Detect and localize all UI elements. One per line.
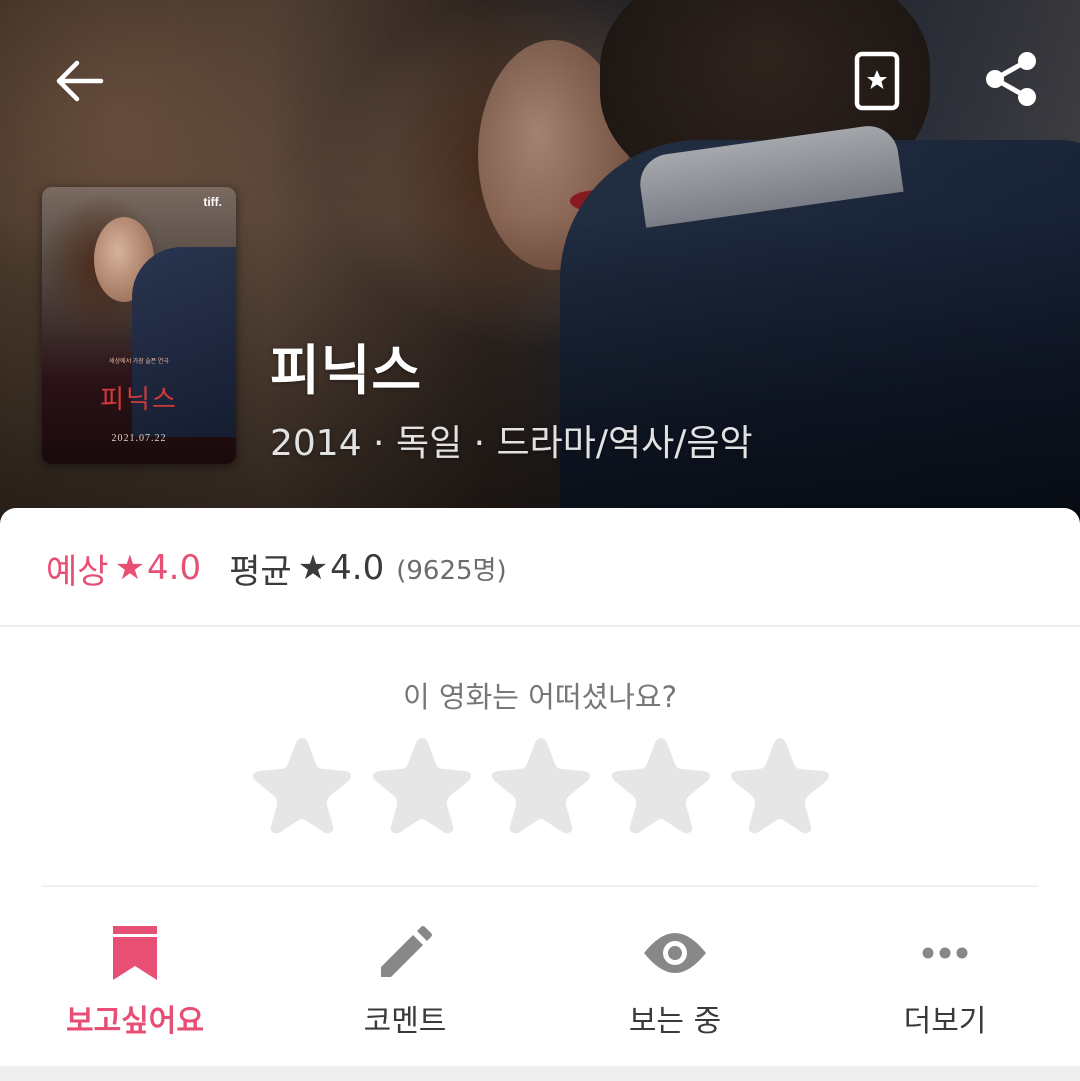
poster-tagline: 세상에서 가장 슬픈 연극: [109, 359, 169, 365]
average-rating-label: 평균: [229, 551, 292, 592]
expected-rating: 예상 ★ 4.0: [46, 544, 201, 593]
add-to-collection-button[interactable]: [848, 48, 906, 114]
star-outline-icon: [372, 738, 471, 834]
want-to-watch-label: 보고싶어요: [66, 1004, 204, 1039]
action-icon-slot: [540, 918, 810, 988]
action-icon-slot: [270, 918, 540, 988]
star-outline-icon: [253, 738, 351, 834]
rate-star-2[interactable]: [367, 730, 477, 840]
more-button[interactable]: 더보기: [810, 908, 1080, 1058]
pencil-icon: [381, 926, 432, 977]
star-outline-icon: [611, 738, 710, 834]
want-to-watch-button[interactable]: 보고싶어요: [0, 908, 270, 1058]
poster-festival-logo: tiff.: [203, 195, 222, 209]
share-button[interactable]: [978, 46, 1044, 112]
divider: [42, 885, 1038, 887]
rating-summary: 예상 ★ 4.0 평균 ★ 4.0 (9625명): [46, 538, 507, 598]
rate-star-1[interactable]: [247, 730, 357, 840]
rate-star-5[interactable]: [725, 730, 835, 840]
action-bar: 보고싶어요 코멘트 보는 중 더보기: [0, 908, 1080, 1058]
eye-icon: [644, 933, 706, 973]
watching-label: 보는 중: [628, 1004, 722, 1039]
poster-title: 피닉스: [100, 385, 178, 415]
movie-poster[interactable]: tiff. 세상에서 가장 슬픈 연극 피닉스 2021.07.22: [42, 187, 236, 464]
star-icon: ★: [114, 548, 146, 588]
detail-sheet: 예상 ★ 4.0 평균 ★ 4.0 (9625명) 이 영화는 어떠셨나요? 보…: [0, 508, 1080, 1081]
movie-meta: 2014 · 독일 · 드라마/역사/음악: [270, 423, 753, 464]
expected-rating-value: 4.0: [147, 548, 202, 588]
action-icon-slot: [0, 918, 270, 988]
arrow-left-icon: [56, 60, 104, 102]
section-separator: [0, 1066, 1080, 1081]
bookmark-star-icon: [854, 51, 900, 111]
action-icon-slot: [810, 918, 1080, 988]
star-outline-icon: [492, 738, 590, 834]
comment-label: 코멘트: [363, 1004, 447, 1039]
star-icon: ★: [297, 548, 329, 588]
movie-title: 피닉스: [270, 339, 423, 402]
bookmark-ribbon-icon: [113, 926, 157, 980]
rate-star-3[interactable]: [486, 730, 596, 840]
average-rating-value: 4.0: [330, 548, 385, 588]
rate-prompt: 이 영화는 어떠셨나요?: [403, 680, 677, 714]
average-rating: 평균 ★ 4.0 (9625명): [229, 544, 507, 593]
back-button[interactable]: [46, 52, 112, 110]
star-outline-icon: [731, 738, 829, 834]
hero-backdrop: tiff. 세상에서 가장 슬픈 연극 피닉스 2021.07.22 피닉스 2…: [0, 0, 1080, 540]
share-icon: [986, 52, 1036, 106]
expected-rating-label: 예상: [46, 551, 109, 592]
poster-release-date: 2021.07.22: [111, 433, 167, 444]
star-rating-input[interactable]: [247, 730, 835, 840]
more-dots-icon: [922, 947, 968, 959]
divider: [0, 625, 1080, 627]
watching-button[interactable]: 보는 중: [540, 908, 810, 1058]
rate-star-4[interactable]: [606, 730, 716, 840]
rating-count: (9625명): [396, 555, 507, 586]
comment-button[interactable]: 코멘트: [270, 908, 540, 1058]
more-label: 더보기: [903, 1004, 987, 1039]
